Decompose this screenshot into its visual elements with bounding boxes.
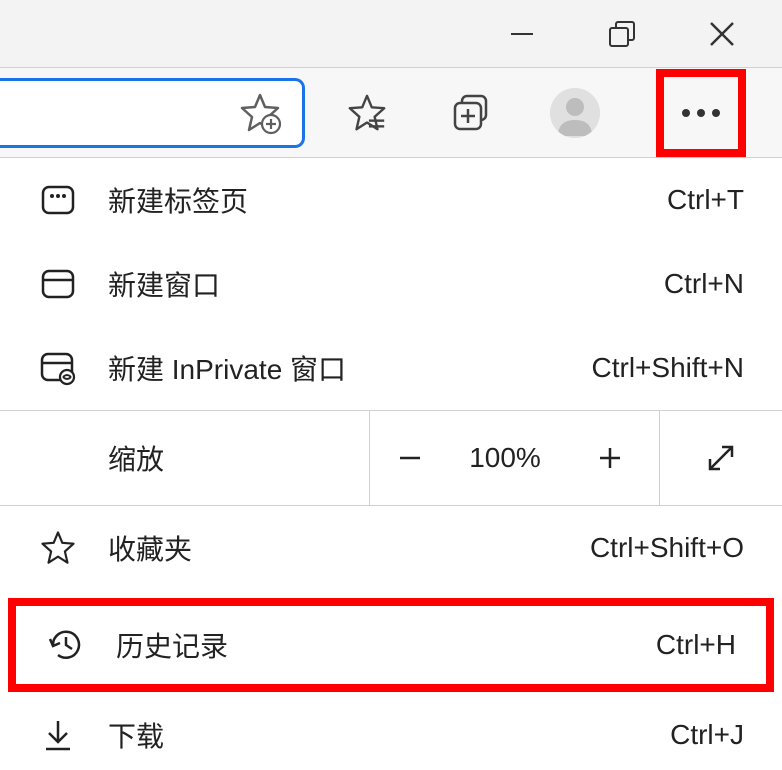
favorites-list-icon bbox=[346, 92, 388, 134]
inprivate-icon bbox=[38, 348, 78, 388]
zoom-in-button[interactable] bbox=[560, 411, 660, 505]
menu-label: 新建窗口 bbox=[108, 264, 664, 304]
new-tab-icon bbox=[38, 180, 78, 220]
zoom-label: 缩放 bbox=[0, 411, 370, 505]
menu-shortcut: Ctrl+T bbox=[667, 184, 744, 216]
menu-shortcut: Ctrl+Shift+N bbox=[592, 352, 745, 384]
menu-label: 新建标签页 bbox=[108, 180, 667, 220]
menu-label: 下载 bbox=[108, 715, 670, 755]
menu-label: 历史记录 bbox=[116, 625, 656, 665]
new-window-icon bbox=[38, 264, 78, 304]
dot-icon bbox=[682, 109, 690, 117]
plus-icon bbox=[595, 443, 625, 473]
maximize-button[interactable] bbox=[602, 14, 642, 54]
menu-item-new-inprivate[interactable]: 新建 InPrivate 窗口 Ctrl+Shift+N bbox=[0, 326, 782, 410]
menu-label: 新建 InPrivate 窗口 bbox=[108, 348, 592, 388]
menu-shortcut: Ctrl+N bbox=[664, 268, 744, 300]
menu-shortcut: Ctrl+Shift+O bbox=[590, 532, 744, 564]
toolbar-icons bbox=[305, 69, 774, 157]
menu-item-downloads[interactable]: 下载 Ctrl+J bbox=[0, 700, 782, 770]
close-button[interactable] bbox=[702, 14, 742, 54]
address-bar[interactable] bbox=[0, 78, 305, 148]
menu-label: 收藏夹 bbox=[108, 528, 590, 568]
minus-icon bbox=[395, 443, 425, 473]
add-favorite-icon[interactable] bbox=[238, 91, 282, 135]
window-controls bbox=[0, 0, 782, 68]
menu-item-favorites[interactable]: 收藏夹 Ctrl+Shift+O bbox=[0, 506, 782, 590]
download-icon bbox=[38, 715, 78, 755]
collections-icon bbox=[451, 93, 491, 133]
profile-avatar[interactable] bbox=[550, 88, 600, 138]
dot-icon bbox=[697, 109, 705, 117]
menu-item-new-window[interactable]: 新建窗口 Ctrl+N bbox=[0, 242, 782, 326]
main-menu: 新建标签页 Ctrl+T 新建窗口 Ctrl+N 新建 InPrivate 窗口… bbox=[0, 158, 782, 770]
toolbar bbox=[0, 68, 782, 158]
zoom-value: 100% bbox=[450, 411, 560, 505]
avatar-icon bbox=[550, 88, 600, 138]
menu-item-zoom: 缩放 100% bbox=[0, 411, 782, 505]
fullscreen-icon bbox=[704, 441, 738, 475]
menu-shortcut: Ctrl+H bbox=[656, 629, 736, 661]
menu-shortcut: Ctrl+J bbox=[670, 719, 744, 751]
favorites-button[interactable] bbox=[343, 89, 391, 137]
more-menu-button[interactable] bbox=[656, 69, 746, 157]
star-icon bbox=[38, 528, 78, 568]
collections-button[interactable] bbox=[447, 89, 495, 137]
menu-item-history[interactable]: 历史记录 Ctrl+H bbox=[16, 606, 766, 684]
zoom-out-button[interactable] bbox=[370, 411, 450, 505]
menu-item-new-tab[interactable]: 新建标签页 Ctrl+T bbox=[0, 158, 782, 242]
history-icon bbox=[46, 625, 86, 665]
dot-icon bbox=[712, 109, 720, 117]
close-icon bbox=[707, 19, 737, 49]
history-highlight: 历史记录 Ctrl+H bbox=[8, 598, 774, 692]
minimize-icon bbox=[507, 19, 537, 49]
fullscreen-button[interactable] bbox=[660, 411, 782, 505]
maximize-icon bbox=[607, 19, 637, 49]
minimize-button[interactable] bbox=[502, 14, 542, 54]
